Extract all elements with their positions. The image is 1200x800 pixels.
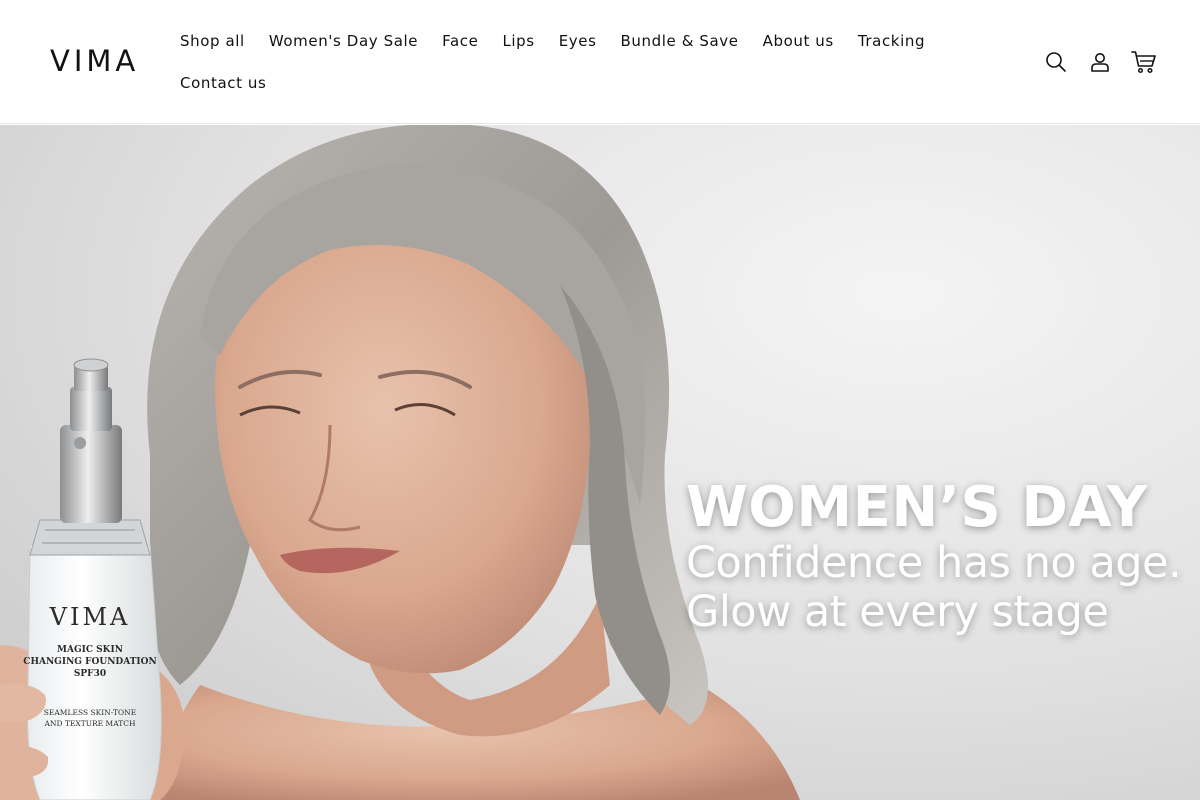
nav-link-about-us[interactable]: About us xyxy=(751,20,846,62)
nav-link-womens-day-sale[interactable]: Women's Day Sale xyxy=(257,20,430,62)
cart-icon xyxy=(1131,51,1156,74)
logo-link[interactable]: VIMA xyxy=(50,44,142,78)
hero-banner[interactable]: VIMA MAGIC SKIN CHANGING FOUNDATION SPF3… xyxy=(0,125,1200,800)
nav-link-tracking[interactable]: Tracking xyxy=(846,20,937,62)
main-nav: Shop all Women's Day Sale Face Lips Eyes… xyxy=(168,20,928,104)
nav-link-lips[interactable]: Lips xyxy=(490,20,546,62)
hero-text: WOMEN’S DAY Confidence has no age. Glow … xyxy=(686,477,1198,637)
hero-photo: VIMA MAGIC SKIN CHANGING FOUNDATION SPF3… xyxy=(0,125,1200,800)
search-button[interactable] xyxy=(1034,40,1078,84)
nav-link-shop-all[interactable]: Shop all xyxy=(168,20,257,62)
bottle-name-line-1: MAGIC SKIN xyxy=(57,645,123,655)
account-icon xyxy=(1091,53,1109,72)
bottle-desc-line-1: SEAMLESS SKIN-TONE xyxy=(44,708,136,717)
nav-link-bundle-save[interactable]: Bundle & Save xyxy=(609,20,751,62)
bottle-desc-line-2: AND TEXTURE MATCH xyxy=(44,719,136,728)
nav-row-1: Shop all Women's Day Sale Face Lips Eyes… xyxy=(168,20,928,62)
search-icon xyxy=(1046,52,1066,72)
nav-row-2: Contact us xyxy=(168,62,928,104)
hero-subtitle-line-2: Glow at every stage xyxy=(686,587,1109,637)
nav-link-contact-us[interactable]: Contact us xyxy=(168,62,278,104)
site-header: VIMA Shop all Women's Day Sale Face Lips… xyxy=(0,0,1200,124)
hero-title: WOMEN’S DAY xyxy=(686,475,1148,540)
bottle-name-line-3: SPF30 xyxy=(74,669,106,679)
nav-link-face[interactable]: Face xyxy=(430,20,490,62)
account-button[interactable] xyxy=(1078,40,1122,84)
cart-button[interactable] xyxy=(1122,40,1166,84)
header-icons xyxy=(1034,40,1166,84)
hero-subtitle-line-1: Confidence has no age. xyxy=(686,538,1182,588)
bottle-brand-label: VIMA xyxy=(49,603,131,631)
nav-link-eyes[interactable]: Eyes xyxy=(547,20,609,62)
bottle-name-line-2: CHANGING FOUNDATION xyxy=(23,657,156,667)
